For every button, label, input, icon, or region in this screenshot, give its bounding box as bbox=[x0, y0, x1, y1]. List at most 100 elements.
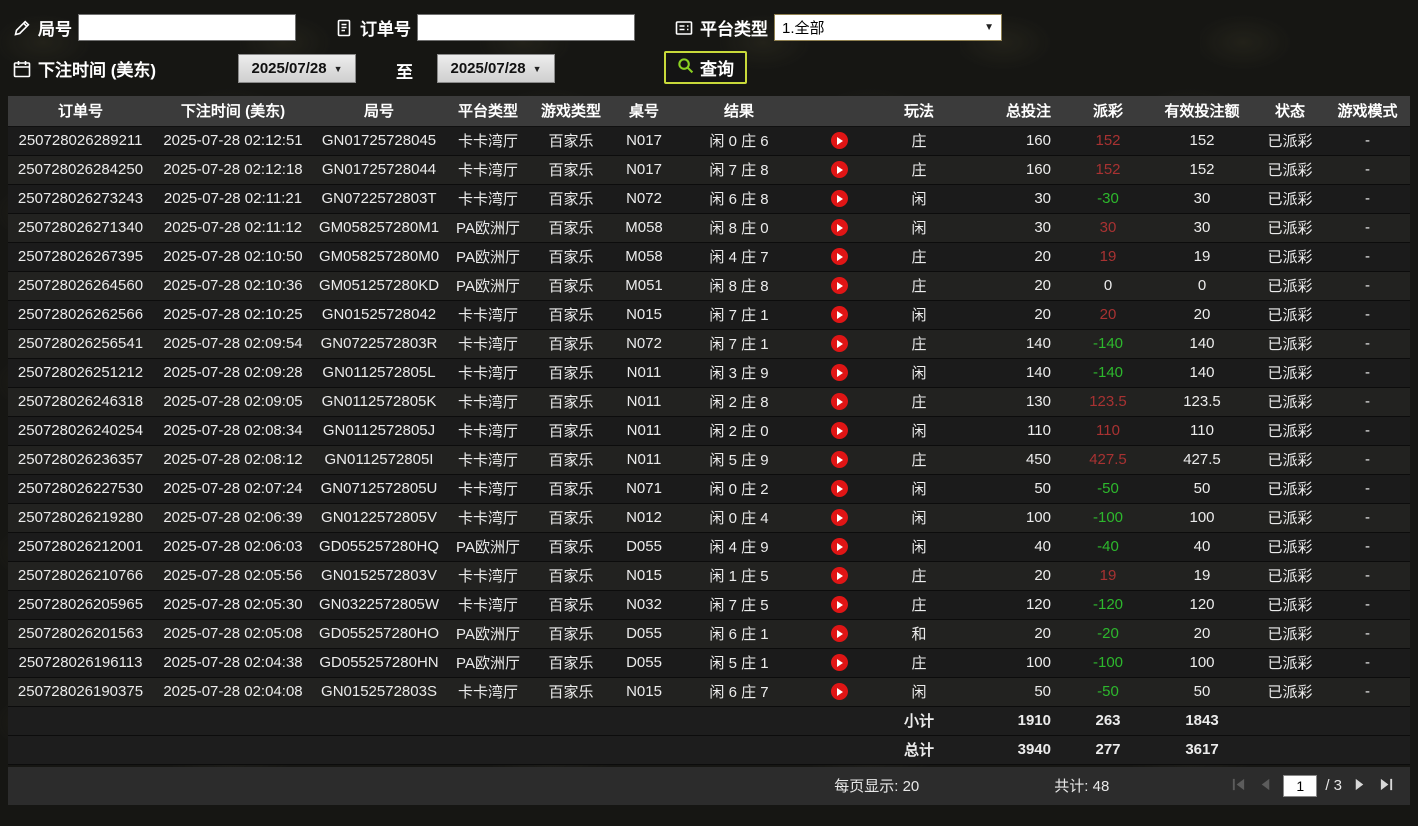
subtotal-payout: 263 bbox=[1067, 706, 1149, 736]
order-input[interactable] bbox=[417, 14, 635, 41]
cell-total-bet: 30 bbox=[961, 184, 1067, 214]
play-video-button[interactable] bbox=[830, 277, 848, 295]
play-video-button[interactable] bbox=[830, 219, 848, 237]
play-video-button[interactable] bbox=[830, 625, 848, 643]
cell-game-type: 百家乐 bbox=[531, 677, 611, 707]
play-video-button[interactable] bbox=[830, 451, 848, 469]
total-payout: 277 bbox=[1067, 735, 1149, 765]
table-row: 250728026273243 2025-07-28 02:11:21 GN07… bbox=[8, 184, 1410, 214]
play-video-button[interactable] bbox=[830, 132, 848, 150]
table-row: 250728026212001 2025-07-28 02:06:03 GD05… bbox=[8, 532, 1410, 562]
cell-payout: 19 bbox=[1067, 242, 1149, 272]
cell-video bbox=[801, 445, 877, 475]
cell-payout: 152 bbox=[1067, 155, 1149, 185]
cell-valid-bet: 140 bbox=[1149, 329, 1255, 359]
cell-video bbox=[801, 503, 877, 533]
play-video-button[interactable] bbox=[830, 364, 848, 382]
first-page-button[interactable] bbox=[1229, 775, 1248, 797]
cell-game-mode: - bbox=[1325, 126, 1410, 156]
date-to-button[interactable]: 2025/07/28 ▼ bbox=[437, 54, 555, 83]
round-label: 局号 bbox=[38, 20, 72, 39]
cell-play-type: 庄 bbox=[877, 329, 961, 359]
cell-order-no: 250728026262566 bbox=[8, 300, 153, 330]
play-video-button[interactable] bbox=[830, 480, 848, 498]
cell-total-bet: 130 bbox=[961, 387, 1067, 417]
cell-result: 闲 8 庄 0 bbox=[677, 213, 801, 243]
list-icon bbox=[674, 18, 694, 38]
play-video-button[interactable] bbox=[830, 306, 848, 324]
cell-order-no: 250728026264560 bbox=[8, 271, 153, 301]
play-video-button[interactable] bbox=[830, 538, 848, 556]
round-input[interactable] bbox=[78, 14, 296, 41]
cell-order-no: 250728026273243 bbox=[8, 184, 153, 214]
last-page-button[interactable] bbox=[1377, 775, 1396, 797]
cell-bet-time: 2025-07-28 02:11:12 bbox=[153, 213, 313, 243]
cell-result: 闲 2 庄 8 bbox=[677, 387, 801, 417]
platform-select[interactable]: 1.全部 ▼ bbox=[774, 14, 1002, 41]
play-video-button[interactable] bbox=[830, 567, 848, 585]
cell-platform: PA欧洲厅 bbox=[445, 532, 531, 562]
date-from-button[interactable]: 2025/07/28 ▼ bbox=[238, 54, 356, 83]
cell-play-type: 闲 bbox=[877, 677, 961, 707]
play-video-button[interactable] bbox=[830, 509, 848, 527]
table-row: 250728026219280 2025-07-28 02:06:39 GN01… bbox=[8, 503, 1410, 533]
cell-status: 已派彩 bbox=[1255, 619, 1325, 649]
cell-status: 已派彩 bbox=[1255, 300, 1325, 330]
cell-order-no: 250728026240254 bbox=[8, 416, 153, 446]
table-row: 250728026205965 2025-07-28 02:05:30 GN03… bbox=[8, 590, 1410, 620]
cell-result: 闲 7 庄 1 bbox=[677, 300, 801, 330]
cell-game-type: 百家乐 bbox=[531, 416, 611, 446]
cell-play-type: 闲 bbox=[877, 474, 961, 504]
page-input[interactable] bbox=[1283, 774, 1318, 797]
cell-platform: 卡卡湾厅 bbox=[445, 387, 531, 417]
play-video-button[interactable] bbox=[830, 596, 848, 614]
cell-bet-time: 2025-07-28 02:09:54 bbox=[153, 329, 313, 359]
next-page-button[interactable] bbox=[1350, 775, 1369, 797]
per-page-label: 每页显示: bbox=[834, 778, 899, 795]
cell-play-type: 庄 bbox=[877, 126, 961, 156]
app-root: 局号 订单号 平台类型 1.全部 ▼ 下注时间 (美东) 2025/07/28 … bbox=[0, 0, 1418, 805]
cell-result: 闲 7 庄 5 bbox=[677, 590, 801, 620]
table-row: 250728026246318 2025-07-28 02:09:05 GN01… bbox=[8, 387, 1410, 417]
cell-valid-bet: 30 bbox=[1149, 184, 1255, 214]
cell-video bbox=[801, 271, 877, 301]
cell-table-no: N011 bbox=[611, 387, 677, 417]
cell-round-no: GN0722572803T bbox=[313, 184, 445, 214]
cell-table-no: N015 bbox=[611, 300, 677, 330]
cell-status: 已派彩 bbox=[1255, 358, 1325, 388]
play-video-button[interactable] bbox=[830, 422, 848, 440]
cell-game-type: 百家乐 bbox=[531, 300, 611, 330]
cell-video bbox=[801, 561, 877, 591]
cell-table-no: D055 bbox=[611, 648, 677, 678]
cell-bet-time: 2025-07-28 02:04:08 bbox=[153, 677, 313, 707]
cell-game-mode: - bbox=[1325, 184, 1410, 214]
cell-bet-time: 2025-07-28 02:07:24 bbox=[153, 474, 313, 504]
col-header-round-no: 局号 bbox=[313, 96, 445, 127]
play-video-button[interactable] bbox=[830, 161, 848, 179]
bets-table: 订单号 下注时间 (美东) 局号 平台类型 游戏类型 桌号 结果 玩法 总投注 … bbox=[8, 96, 1410, 765]
query-button[interactable]: 查询 bbox=[664, 51, 747, 84]
cell-status: 已派彩 bbox=[1255, 416, 1325, 446]
table-row: 250728026262566 2025-07-28 02:10:25 GN01… bbox=[8, 300, 1410, 330]
cell-status: 已派彩 bbox=[1255, 474, 1325, 504]
col-header-play-type: 玩法 bbox=[877, 96, 961, 127]
play-video-button[interactable] bbox=[830, 335, 848, 353]
col-header-video bbox=[801, 96, 877, 127]
cell-game-type: 百家乐 bbox=[531, 619, 611, 649]
play-video-button[interactable] bbox=[830, 248, 848, 266]
total-spacer bbox=[8, 735, 877, 765]
cell-total-bet: 20 bbox=[961, 561, 1067, 591]
cell-round-no: GN0712572805U bbox=[313, 474, 445, 504]
play-video-button[interactable] bbox=[830, 393, 848, 411]
order-filter-group: 订单号 bbox=[334, 14, 635, 41]
cell-round-no: GN01525728042 bbox=[313, 300, 445, 330]
col-header-table-no: 桌号 bbox=[611, 96, 677, 127]
cell-video bbox=[801, 416, 877, 446]
cell-video bbox=[801, 677, 877, 707]
prev-page-button[interactable] bbox=[1256, 775, 1275, 797]
play-video-button[interactable] bbox=[830, 654, 848, 672]
col-header-game-mode: 游戏模式 bbox=[1325, 96, 1410, 127]
play-video-button[interactable] bbox=[830, 683, 848, 701]
play-video-button[interactable] bbox=[830, 190, 848, 208]
cell-play-type: 庄 bbox=[877, 155, 961, 185]
